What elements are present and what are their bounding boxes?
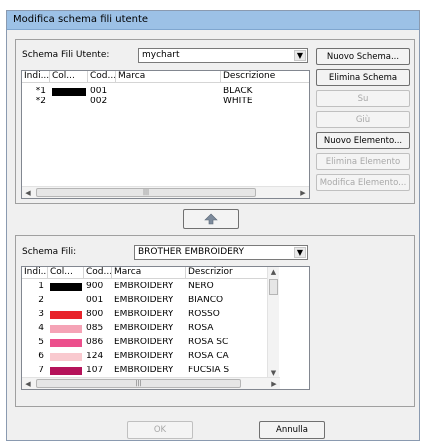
thread-code: 800: [86, 310, 104, 319]
row-index: 3: [38, 310, 44, 319]
arrow-up-icon: [204, 213, 218, 225]
thread-code: 107: [86, 366, 104, 375]
delete-item-button[interactable]: Elimina Elemento: [316, 153, 410, 170]
scroll-right-icon[interactable]: ▶: [297, 187, 309, 198]
color-swatch: [50, 297, 82, 305]
thread-scheme-select[interactable]: BROTHER EMBROIDERY ▼: [134, 245, 308, 260]
scroll-left-icon[interactable]: ◀: [22, 187, 34, 198]
row-index: 4: [38, 324, 44, 333]
thread-code: 086: [86, 338, 104, 347]
row-index: 5: [38, 338, 44, 347]
row-index: *2: [35, 97, 46, 106]
cancel-button[interactable]: Annulla: [259, 421, 325, 439]
thread-scheme-group: Schema Fili: BROTHER EMBROIDERY ▼ Indi..…: [15, 235, 415, 407]
scroll-up-icon[interactable]: ▲: [268, 267, 279, 277]
dialog-title: Modifica schema fili utente: [7, 11, 419, 30]
thread-brand: EMBROIDERY: [114, 338, 174, 347]
thread-description: ROSSO: [188, 310, 220, 319]
thread-brand: EMBROIDERY: [114, 366, 174, 375]
thread-description: NERO: [188, 282, 214, 291]
row-index: 6: [38, 352, 44, 361]
column-header[interactable]: Indi...: [22, 71, 50, 83]
thread-brand: EMBROIDERY: [114, 352, 174, 361]
scroll-thumb[interactable]: |||: [36, 188, 256, 197]
column-header[interactable]: Marca: [112, 267, 186, 279]
scroll-left-icon[interactable]: ◀: [22, 378, 34, 389]
thread-brand: EMBROIDERY: [114, 324, 174, 333]
thread-chart-list[interactable]: Indi... Col... Cod... Marca Descrizior 1 900 E…: [21, 266, 310, 390]
color-swatch: [50, 339, 82, 347]
thread-code: 001: [86, 296, 104, 305]
thread-list-vscrollbar[interactable]: ▲ ▼: [267, 267, 279, 378]
column-header[interactable]: Marca: [116, 71, 221, 83]
thread-scheme-label: Schema Fili:: [22, 247, 77, 257]
color-swatch: [50, 353, 82, 361]
thread-brand: EMBROIDERY: [114, 310, 174, 319]
thread-code: 124: [86, 352, 104, 361]
row-index: 1: [38, 282, 44, 291]
user-thread-list[interactable]: Indi... Col... Cod... Marca Descrizione *1 00…: [21, 70, 310, 199]
scroll-right-icon[interactable]: ▶: [268, 378, 280, 389]
color-swatch: [50, 283, 82, 291]
thread-description: ROSA CA: [188, 352, 229, 361]
user-scheme-select[interactable]: mychart ▼: [138, 48, 308, 63]
column-header[interactable]: Descrizior: [186, 267, 268, 279]
user-list-hscrollbar[interactable]: ◀ ||| ▶: [22, 186, 309, 198]
thread-description: BLACK: [223, 87, 253, 96]
thread-description: BIANCO: [188, 296, 224, 305]
thread-code: 085: [86, 324, 104, 333]
add-to-scheme-button[interactable]: [183, 209, 239, 229]
color-swatch: [50, 367, 82, 375]
column-header[interactable]: Col...: [48, 267, 84, 279]
thread-description: ROSA SC: [188, 338, 229, 347]
dialog-window: Modifica schema fili utente Schema Fili …: [6, 10, 420, 441]
row-index: *1: [35, 87, 46, 96]
column-header[interactable]: Cod...: [88, 71, 116, 83]
thread-brand: EMBROIDERY: [114, 282, 174, 291]
column-header[interactable]: Descrizione: [221, 71, 309, 83]
scroll-thumb[interactable]: [269, 279, 278, 295]
thread-brand: EMBROIDERY: [114, 296, 174, 305]
thread-code: 900: [86, 282, 104, 291]
thread-description: WHITE: [223, 97, 253, 106]
column-header[interactable]: Indi...: [22, 267, 48, 279]
dialog-client: Schema Fili Utente: mychart ▼ Indi... Col…: [11, 35, 415, 439]
user-scheme-group: Schema Fili Utente: mychart ▼ Indi... Col…: [15, 39, 415, 204]
thread-description: FUCSIA S: [188, 366, 230, 375]
ok-button[interactable]: OK: [127, 421, 193, 439]
column-header[interactable]: Cod...: [84, 267, 112, 279]
row-index: 7: [38, 366, 44, 375]
thread-list-hscrollbar[interactable]: ◀ ||| ▶: [22, 377, 280, 389]
chevron-down-icon[interactable]: ▼: [294, 50, 306, 61]
user-scheme-value: mychart: [142, 50, 180, 60]
color-swatch: [52, 88, 86, 96]
color-swatch: [50, 311, 82, 319]
delete-scheme-button[interactable]: Elimina Schema: [316, 69, 410, 86]
move-down-button[interactable]: Giù: [316, 111, 410, 128]
color-swatch: [50, 325, 82, 333]
thread-code: 002: [90, 97, 108, 106]
scroll-thumb[interactable]: |||: [36, 379, 241, 388]
new-item-button[interactable]: Nuovo Elemento...: [316, 132, 410, 149]
color-swatch: [52, 98, 86, 106]
row-index: 2: [38, 296, 44, 305]
thread-description: ROSA: [188, 324, 214, 333]
edit-item-button[interactable]: Modifica Elemento...: [316, 174, 410, 191]
column-header[interactable]: Col...: [50, 71, 88, 83]
chevron-down-icon[interactable]: ▼: [294, 247, 306, 258]
thread-scheme-value: BROTHER EMBROIDERY: [138, 247, 244, 257]
move-up-button[interactable]: Su: [316, 90, 410, 107]
user-scheme-label: Schema Fili Utente:: [22, 50, 110, 60]
new-scheme-button[interactable]: Nuovo Schema...: [316, 48, 410, 65]
thread-code: 001: [90, 87, 108, 96]
